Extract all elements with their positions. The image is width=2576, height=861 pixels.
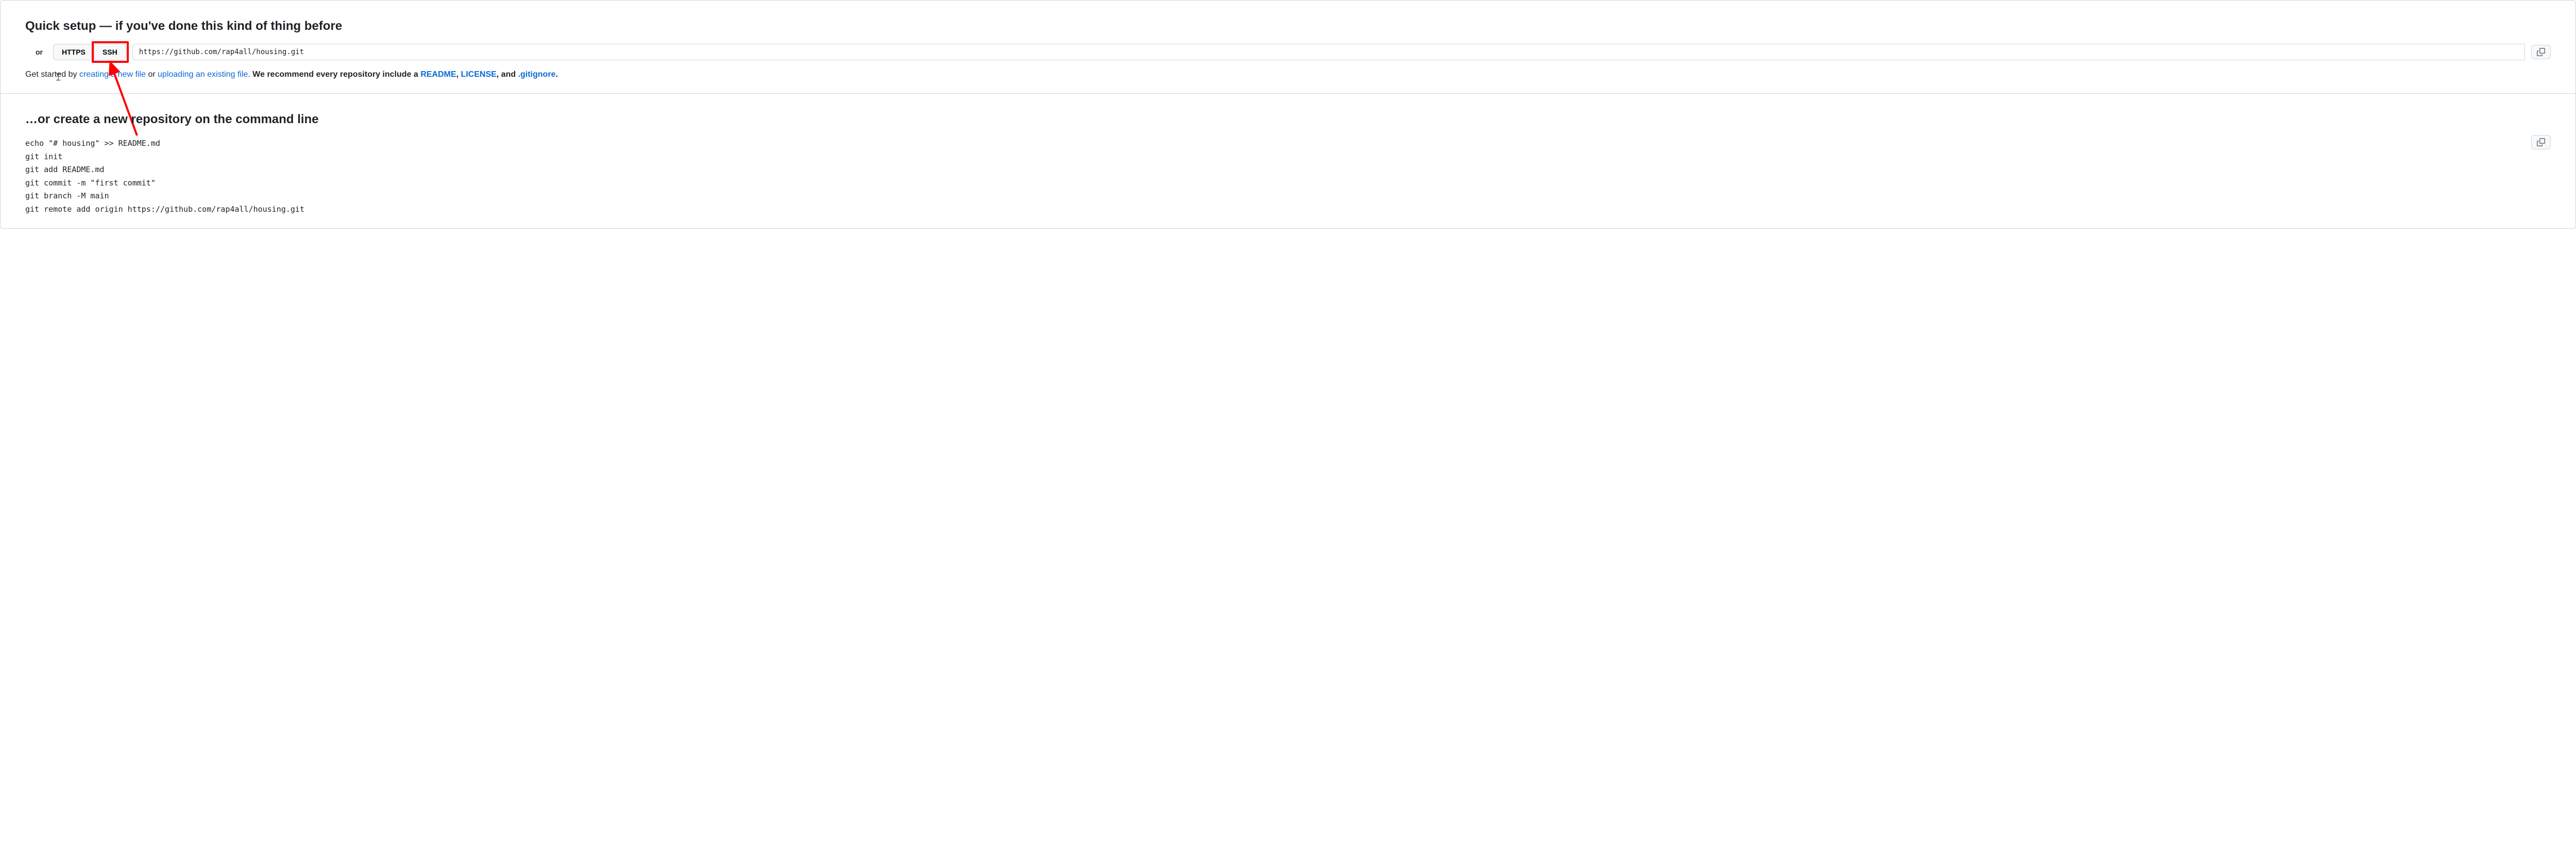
- copy-commands-button[interactable]: [2531, 135, 2551, 149]
- copy-url-button[interactable]: [2531, 45, 2551, 59]
- https-button[interactable]: HTTPS: [53, 44, 94, 60]
- desc-text: We recommend every repository include a: [252, 70, 420, 79]
- desc-text: Get started by: [25, 70, 79, 79]
- quick-setup-heading: Quick setup — if you've done this kind o…: [25, 17, 2551, 36]
- desc-text: , and: [497, 70, 518, 79]
- gitignore-link[interactable]: .gitignore: [518, 70, 556, 79]
- command-line-heading: …or create a new repository on the comma…: [25, 110, 2551, 129]
- or-label: or: [36, 47, 43, 58]
- readme-link[interactable]: README: [420, 70, 456, 79]
- protocol-toggle: HTTPS SSH: [53, 44, 126, 60]
- clone-url-row: or HTTPS SSH: [25, 44, 2551, 60]
- clone-url-input[interactable]: [132, 44, 2525, 60]
- create-new-file-link[interactable]: creating a new file: [79, 70, 146, 79]
- desc-text: .: [555, 70, 557, 79]
- ssh-button[interactable]: SSH: [94, 44, 126, 60]
- copy-icon: [2537, 138, 2545, 146]
- quick-setup-description: Get started by creating a new file or up…: [25, 69, 2551, 81]
- desc-text: or: [146, 70, 158, 79]
- command-line-section: …or create a new repository on the comma…: [1, 94, 2575, 228]
- repo-setup-panel: Quick setup — if you've done this kind o…: [0, 0, 2576, 229]
- license-link[interactable]: LICENSE: [461, 70, 496, 79]
- command-line-code[interactable]: echo "# housing" >> README.md git init g…: [25, 137, 2551, 216]
- upload-existing-file-link[interactable]: uploading an existing file: [158, 70, 248, 79]
- desc-text: .: [248, 70, 252, 79]
- copy-icon: [2537, 48, 2545, 56]
- quick-setup-section: Quick setup — if you've done this kind o…: [1, 1, 2575, 94]
